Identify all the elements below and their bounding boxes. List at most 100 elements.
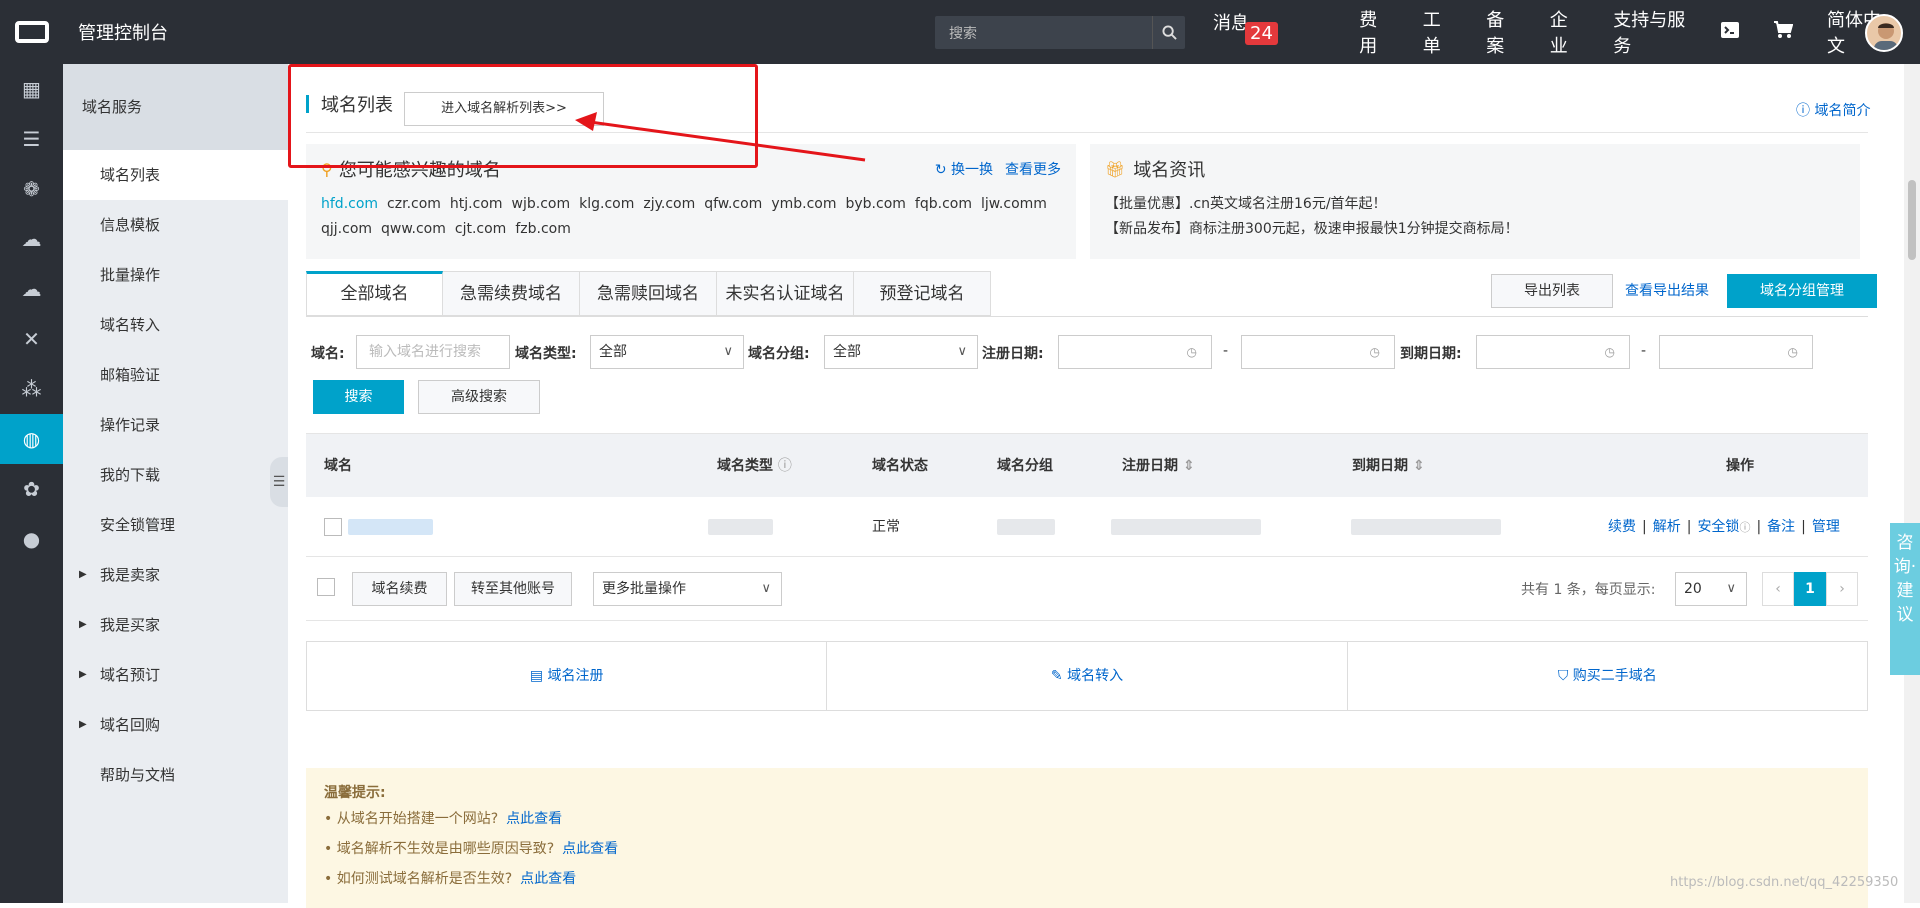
nav-fees[interactable]: 费用: [1359, 6, 1389, 58]
nav-support[interactable]: 支持与服务: [1613, 6, 1687, 58]
batch-operations-select[interactable]: 更多批量操作 ∨: [593, 572, 782, 606]
batch-renew-button[interactable]: 域名续费: [352, 572, 447, 606]
sidebar-collapse-icon[interactable]: ☰: [270, 457, 288, 507]
suggested-domain[interactable]: ymb.com: [771, 196, 836, 212]
refresh-link[interactable]: ↻ 换一换: [935, 159, 993, 179]
tip-link[interactable]: 点此查看: [562, 841, 618, 857]
suggested-domain[interactable]: qww.com: [381, 221, 446, 237]
console-title[interactable]: 管理控制台: [78, 19, 168, 45]
search-icon[interactable]: [1152, 16, 1185, 49]
group-manage-button[interactable]: 域名分组管理: [1727, 274, 1877, 308]
suggested-domain[interactable]: wjb.com: [512, 196, 571, 212]
register-domain-link[interactable]: ▤ 域名注册: [307, 642, 828, 710]
tab-renew-urgent[interactable]: 急需续费域名: [443, 271, 580, 316]
domain-intro-link[interactable]: ⓘ 域名简介: [1796, 100, 1870, 120]
reg-date-start[interactable]: ◷: [1058, 335, 1212, 369]
security-lock-link[interactable]: 安全锁: [1697, 519, 1739, 535]
tab-all-domains[interactable]: 全部域名: [306, 271, 443, 316]
export-list-button[interactable]: 导出列表: [1491, 274, 1613, 308]
apps-grid-icon[interactable]: ▦: [0, 64, 63, 114]
sidebar-item-buyback[interactable]: ▶ 域名回购: [63, 700, 288, 750]
domain-search-input[interactable]: 输入域名进行搜索: [356, 335, 510, 369]
tab-preregistered[interactable]: 预登记域名: [854, 271, 991, 316]
suggested-domain[interactable]: klg.com: [579, 196, 634, 212]
reg-date-end[interactable]: ◷: [1241, 335, 1395, 369]
view-more-link[interactable]: 查看更多: [1005, 159, 1061, 179]
aliyun-logo-icon[interactable]: [0, 0, 63, 64]
suggested-domain[interactable]: czr.com: [387, 196, 441, 212]
redacted-domain[interactable]: [348, 519, 433, 535]
scrollbar-thumb[interactable]: [1908, 180, 1916, 260]
terminal-icon[interactable]: [1720, 21, 1739, 43]
page-1-button[interactable]: 1: [1794, 572, 1826, 606]
server-icon[interactable]: ☰: [0, 114, 63, 164]
suggested-domain[interactable]: hfd.com: [321, 196, 378, 212]
suggested-domain[interactable]: fqb.com: [915, 196, 972, 212]
cloud-icon[interactable]: ☁: [0, 214, 63, 264]
suggested-domain[interactable]: fzb.com: [515, 221, 571, 237]
transfer-account-button[interactable]: 转至其他账号: [454, 572, 572, 606]
suggested-domain[interactable]: cjt.com: [455, 221, 506, 237]
circle-icon[interactable]: ●: [0, 514, 63, 564]
settings-icon[interactable]: ✿: [0, 464, 63, 514]
renew-link[interactable]: 续费: [1608, 519, 1636, 535]
brain-icon[interactable]: ❁: [0, 164, 63, 214]
view-export-link[interactable]: 查看导出结果: [1625, 280, 1709, 300]
transfer-in-link[interactable]: ✎ 域名转入: [827, 642, 1348, 710]
next-page-button[interactable]: ›: [1826, 572, 1858, 606]
sidebar-item-reserve[interactable]: ▶ 域名预订: [63, 650, 288, 700]
sidebar-item-domain-list[interactable]: 域名列表: [63, 150, 288, 200]
tip-link[interactable]: 点此查看: [520, 871, 576, 887]
nav-filing[interactable]: 备案: [1486, 6, 1516, 58]
news-item[interactable]: 【新品发布】商标注册300元起，极速申报最快1分钟提交商标局！: [1105, 217, 1845, 242]
sidebar-item-downloads[interactable]: 我的下载: [63, 450, 288, 500]
exp-date-start[interactable]: ◷: [1476, 335, 1630, 369]
sidebar-item-buyer[interactable]: ▶ 我是买家: [63, 600, 288, 650]
col-reg-date[interactable]: 注册日期 ⇕: [1122, 434, 1195, 498]
row-checkbox[interactable]: [324, 518, 342, 536]
suggested-domain[interactable]: qjj.com: [321, 221, 372, 237]
cart-icon[interactable]: [1773, 20, 1794, 44]
prev-page-button[interactable]: ‹: [1762, 572, 1794, 606]
sidebar-item-op-log[interactable]: 操作记录: [63, 400, 288, 450]
tip-link[interactable]: 点此查看: [506, 811, 562, 827]
nav-messages[interactable]: 消息24: [1213, 9, 1325, 56]
sidebar-item-email-verify[interactable]: 邮箱验证: [63, 350, 288, 400]
nav-enterprise[interactable]: 企业: [1550, 6, 1580, 58]
col-exp-date[interactable]: 到期日期 ⇕: [1352, 434, 1425, 498]
suggested-domain[interactable]: byb.com: [846, 196, 906, 212]
user-avatar[interactable]: [1865, 14, 1903, 52]
network-icon[interactable]: ✕: [0, 314, 63, 364]
select-all-checkbox[interactable]: [317, 578, 335, 596]
advice-tab[interactable]: 咨询·建议: [1890, 523, 1920, 675]
suggested-domain[interactable]: htj.com: [450, 196, 503, 212]
remark-link[interactable]: 备注: [1767, 519, 1795, 535]
suggested-domain[interactable]: qfw.com: [704, 196, 762, 212]
tab-redeem-urgent[interactable]: 急需赎回域名: [580, 271, 717, 316]
global-search[interactable]: 搜索: [935, 16, 1185, 49]
suggested-domain[interactable]: ljw.comm: [981, 196, 1047, 212]
globe-icon[interactable]: ◍: [0, 414, 63, 464]
sidebar-item-seller[interactable]: ▶ 我是卖家: [63, 550, 288, 600]
buy-secondhand-link[interactable]: ⛉ 购买二手域名: [1348, 642, 1867, 710]
search-button[interactable]: 搜索: [313, 380, 404, 414]
sidebar-item-help[interactable]: 帮助与文档: [63, 750, 288, 800]
dns-link[interactable]: 解析: [1653, 519, 1681, 535]
sidebar-item-security-lock[interactable]: 安全锁管理: [63, 500, 288, 550]
search-input[interactable]: 搜索: [935, 23, 1152, 43]
advanced-search-button[interactable]: 高级搜索: [418, 380, 540, 414]
nav-tickets[interactable]: 工单: [1423, 6, 1453, 58]
manage-link[interactable]: 管理: [1812, 519, 1840, 535]
sidebar-item-transfer-in[interactable]: 域名转入: [63, 300, 288, 350]
help-circle-icon[interactable]: ⓘ: [778, 458, 792, 474]
suggested-domain[interactable]: zjy.com: [643, 196, 695, 212]
news-item[interactable]: 【批量优惠】.cn英文域名注册16元/首年起！: [1105, 192, 1845, 217]
enter-dns-list-button[interactable]: 进入域名解析列表>>: [404, 92, 604, 126]
page-size-select[interactable]: 20 ∨: [1675, 572, 1747, 606]
sidebar-item-batch[interactable]: 批量操作: [63, 250, 288, 300]
tab-unverified[interactable]: 未实名认证域名: [717, 271, 854, 316]
type-select[interactable]: 全部 ∨: [590, 335, 744, 369]
cloud-upload-icon[interactable]: ☁: [0, 264, 63, 314]
cluster-icon[interactable]: ⁂: [0, 364, 63, 414]
group-select[interactable]: 全部 ∨: [824, 335, 978, 369]
